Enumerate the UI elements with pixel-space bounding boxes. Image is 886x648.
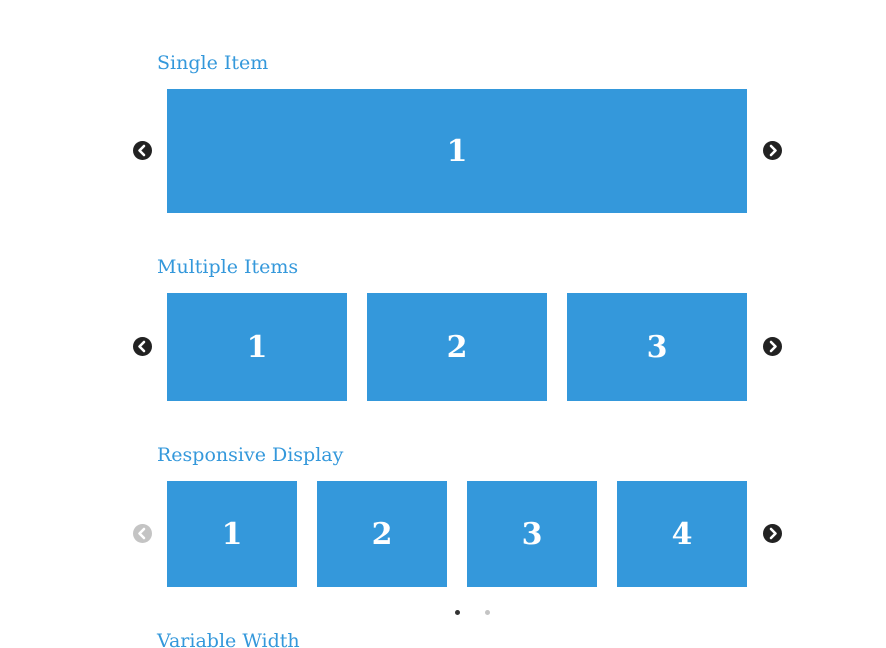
responsive-slide-4: 4 [617, 481, 747, 587]
multiple-prev-arrow-icon[interactable] [133, 337, 152, 356]
section-title-single-item: Single Item [157, 52, 269, 74]
single-next-arrow-icon[interactable] [763, 141, 782, 160]
section-title-multiple-items: Multiple Items [157, 256, 299, 278]
multiple-slide-1: 1 [167, 293, 347, 401]
single-prev-arrow-icon[interactable] [133, 141, 152, 160]
page: Single Item 1 Multiple Items 1 2 3 Respo… [0, 0, 886, 648]
pagination-dot-1[interactable] [455, 610, 460, 615]
section-title-variable-width: Variable Width [157, 630, 300, 648]
multiple-slide-3: 3 [567, 293, 747, 401]
responsive-slide-2: 2 [317, 481, 447, 587]
responsive-next-arrow-icon[interactable] [763, 524, 782, 543]
responsive-pagination-dots [447, 606, 497, 622]
multiple-slide-2: 2 [367, 293, 547, 401]
responsive-slide-3: 3 [467, 481, 597, 587]
section-title-responsive-display: Responsive Display [157, 444, 344, 466]
multiple-next-arrow-icon[interactable] [763, 337, 782, 356]
responsive-slide-1: 1 [167, 481, 297, 587]
single-slide-1: 1 [167, 89, 747, 213]
responsive-prev-arrow-icon[interactable] [133, 524, 152, 543]
pagination-dot-2[interactable] [485, 610, 490, 615]
